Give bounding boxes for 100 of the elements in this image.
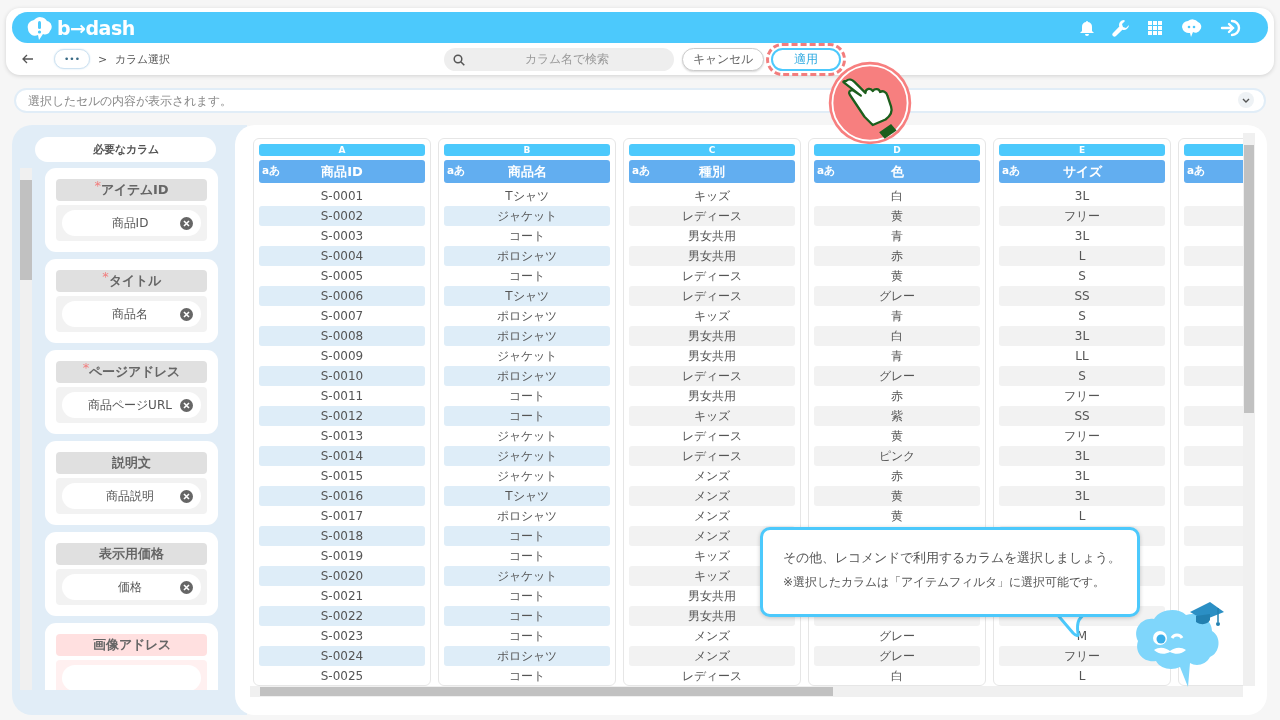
table-cell: 赤 xyxy=(891,247,903,265)
logo-text: b→dash xyxy=(57,16,135,39)
column-header[interactable]: aあ 種別 xyxy=(629,160,795,183)
table-cell: SS xyxy=(1074,289,1090,303)
table-cell: 黄 xyxy=(891,207,903,225)
table-cell: S-0020 xyxy=(320,569,364,583)
table-cell: グレー xyxy=(879,367,915,385)
table-cell: Tシャツ xyxy=(505,287,549,305)
table-cell: ジャケット xyxy=(497,347,557,365)
vertical-scrollbar[interactable] xyxy=(1243,133,1255,686)
table-cell: 男女共用 xyxy=(688,607,736,625)
remove-icon[interactable] xyxy=(180,489,193,503)
wrench-icon[interactable] xyxy=(1112,18,1130,37)
table-cell: 3L xyxy=(1074,449,1090,463)
assigned-column-chip[interactable]: 商品説明 xyxy=(62,483,201,509)
table-cell: ジャケット xyxy=(497,567,557,585)
column-name: 種別 xyxy=(699,162,725,181)
column-header[interactable]: aあ 商品ID xyxy=(259,160,425,183)
table-cell: メンズ xyxy=(694,487,730,505)
table-cell: レディース xyxy=(682,367,742,385)
table-cell: コート xyxy=(509,667,545,685)
breadcrumb-current: カラム選択 xyxy=(115,51,171,67)
scrollbar[interactable] xyxy=(20,168,32,690)
column-letter[interactable]: B xyxy=(444,144,610,156)
table-cell: S-0009 xyxy=(320,349,364,363)
remove-icon[interactable] xyxy=(180,398,193,412)
table-cell: 3L xyxy=(1074,229,1090,243)
table-cell: ジャケット xyxy=(497,427,557,445)
breadcrumb-separator: > xyxy=(98,52,108,66)
table-cell: 3L xyxy=(1074,469,1090,483)
slot-label-text: 画像アドレス xyxy=(92,636,171,654)
table-cell: レディース xyxy=(682,447,742,465)
required-mark: * xyxy=(102,270,109,284)
table-cell: ジャケット xyxy=(497,467,557,485)
table-cell: S-0021 xyxy=(320,589,364,603)
table-cell: レディース xyxy=(682,667,742,685)
breadcrumb-more-button[interactable]: ••• xyxy=(54,49,90,69)
remove-icon[interactable] xyxy=(180,307,193,321)
mascot-icon[interactable] xyxy=(1180,17,1202,38)
table-cell: ポロシャツ xyxy=(497,367,557,385)
table-cell: S-0006 xyxy=(320,289,364,303)
table-cell: グレー xyxy=(879,287,915,305)
column-header[interactable]: aあ サイズ xyxy=(999,160,1165,183)
table-cell: S xyxy=(1078,369,1086,383)
cancel-button[interactable]: キャンセル xyxy=(682,47,764,71)
table-cell: S-0022 xyxy=(320,609,364,623)
column-header[interactable]: aあ 商品名 xyxy=(444,160,610,183)
table-cell: 白 xyxy=(891,327,903,345)
table-cell: 白 xyxy=(891,667,903,685)
chevron-down-icon[interactable] xyxy=(1238,92,1254,108)
column-header[interactable]: aあ xyxy=(1184,160,1243,183)
panel-title: 必要なカラム xyxy=(35,137,216,162)
slot-label-text: 表示用価格 xyxy=(99,545,164,563)
assigned-column-chip[interactable]: 価格 xyxy=(62,574,201,600)
table-cell: S-0008 xyxy=(320,329,364,343)
assigned-column-chip[interactable]: 商品ページURL xyxy=(62,392,201,418)
table-cell: コート xyxy=(509,227,545,245)
table-cell: S-0003 xyxy=(320,229,364,243)
table-cell: ポロシャツ xyxy=(497,327,557,345)
table-cell: コート xyxy=(509,547,545,565)
table-cell: 男女共用 xyxy=(688,587,736,605)
table-cell: メンズ xyxy=(694,647,730,665)
table-cell: S-0018 xyxy=(320,529,364,543)
table-cell: フリー xyxy=(1064,387,1100,405)
table-cell: キッズ xyxy=(694,407,730,425)
table-cell: コート xyxy=(509,607,545,625)
table-cell: レディース xyxy=(682,287,742,305)
table-cell: グレー xyxy=(879,627,915,645)
table-cell: SS xyxy=(1074,409,1090,423)
column-letter[interactable]: D xyxy=(814,144,980,156)
table-cell: 黄 xyxy=(891,267,903,285)
column-letter[interactable]: E xyxy=(999,144,1165,156)
table-cell: S-0007 xyxy=(320,309,364,323)
assigned-column-chip[interactable]: 商品名 xyxy=(62,301,201,327)
back-arrow-icon[interactable] xyxy=(22,54,34,64)
cell-content-field[interactable]: 選択したセルの内容が表示されます。 xyxy=(14,88,1266,113)
table-cell: 青 xyxy=(891,347,903,365)
column-letter[interactable]: C xyxy=(629,144,795,156)
remove-icon[interactable] xyxy=(180,580,193,594)
table-cell: 黄 xyxy=(891,427,903,445)
assigned-column-chip[interactable]: 商品ID xyxy=(62,210,201,236)
tip-message: その他、レコメンドで利用するカラムを選択しましょう。 xyxy=(783,550,1117,567)
column-header[interactable]: aあ 色 xyxy=(814,160,980,183)
logout-icon[interactable] xyxy=(1220,18,1242,37)
grid-icon[interactable] xyxy=(1148,20,1162,35)
horizontal-scrollbar[interactable] xyxy=(250,686,1243,697)
table-cell: S-0014 xyxy=(320,449,364,463)
table-cell: ジャケット xyxy=(497,207,557,225)
table-cell: キッズ xyxy=(694,547,730,565)
table-cell: 3L xyxy=(1074,189,1090,203)
table-cell: 赤 xyxy=(891,387,903,405)
search-field[interactable]: カラム名で検索 xyxy=(444,47,674,71)
bell-icon[interactable] xyxy=(1080,19,1094,36)
table-cell: S-0013 xyxy=(320,429,364,443)
remove-icon[interactable] xyxy=(180,216,193,230)
table-cell: ポロシャツ xyxy=(497,247,557,265)
column-letter[interactable]: A xyxy=(259,144,425,156)
table-cell: ポロシャツ xyxy=(497,647,557,665)
table-cell: 黄 xyxy=(891,507,903,525)
type-label: aあ xyxy=(447,164,466,178)
